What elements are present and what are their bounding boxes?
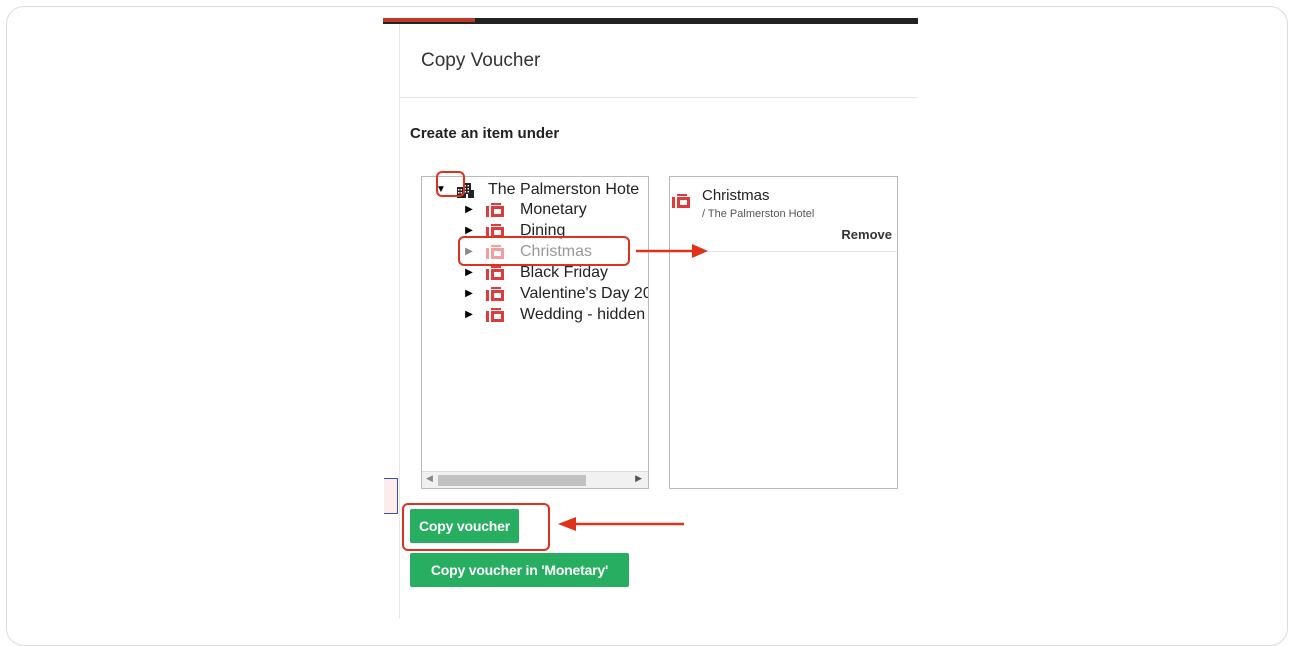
category-tree[interactable]: ▼ The Palmerston Hote ▶ Monetary ▶ Dinin… xyxy=(421,176,649,489)
tree-item-label: Wedding - hidden xyxy=(520,305,646,323)
annotation-highlight-copy-button xyxy=(402,503,550,551)
expand-toggle-icon[interactable]: ▶ xyxy=(462,309,476,320)
expand-toggle-icon[interactable]: ▶ xyxy=(462,204,476,215)
tree-root-label: The Palmerston Hote xyxy=(488,180,640,198)
selected-items-panel: Christmas / The Palmerston Hotel Remove xyxy=(669,176,898,489)
partial-side-element xyxy=(384,478,398,514)
tree-item-label: Black Friday xyxy=(520,263,609,281)
selected-item-name: Christmas xyxy=(702,187,770,204)
tree-item-label: Monetary xyxy=(520,200,587,218)
expand-toggle-icon[interactable]: ▶ xyxy=(462,288,476,299)
tree-item-monetary[interactable]: ▶ Monetary xyxy=(462,199,587,220)
annotation-arrow-left-icon xyxy=(558,517,684,531)
tree-item-wedding-hidden[interactable]: ▶ Wedding - hidden xyxy=(462,304,645,325)
dialog-title: Copy Voucher xyxy=(421,50,541,71)
create-under-label: Create an item under xyxy=(410,125,560,142)
scrollbar-thumb[interactable] xyxy=(438,475,586,486)
scroll-right-icon[interactable]: ▶ xyxy=(635,473,642,484)
voucher-icon xyxy=(672,194,690,213)
voucher-icon xyxy=(484,265,506,281)
tree-item-label: Valentine's Day 20 xyxy=(520,284,649,302)
voucher-icon xyxy=(484,286,506,302)
expand-toggle-icon[interactable]: ▶ xyxy=(462,267,476,278)
copy-voucher-in-monetary-button[interactable]: Copy voucher in 'Monetary' xyxy=(410,553,629,587)
annotation-highlight-expand-toggle xyxy=(436,171,465,197)
scroll-left-icon[interactable]: ◀ xyxy=(426,473,433,484)
annotation-arrow-right-icon xyxy=(636,244,708,258)
top-bar-accent xyxy=(383,18,475,22)
expand-toggle-icon[interactable]: ▶ xyxy=(462,225,476,236)
selected-item-path: / The Palmerston Hotel xyxy=(702,208,815,220)
dialog-top-bar xyxy=(383,18,918,24)
tree-item-valentines-day[interactable]: ▶ Valentine's Day 20 xyxy=(462,283,649,304)
annotation-highlight-christmas xyxy=(458,236,630,266)
dialog-left-border xyxy=(399,24,400,618)
remove-link[interactable]: Remove xyxy=(841,227,892,242)
title-divider xyxy=(399,97,918,98)
voucher-icon xyxy=(484,307,506,323)
horizontal-scrollbar[interactable]: ◀ ▶ xyxy=(422,471,648,488)
voucher-icon xyxy=(484,202,506,218)
